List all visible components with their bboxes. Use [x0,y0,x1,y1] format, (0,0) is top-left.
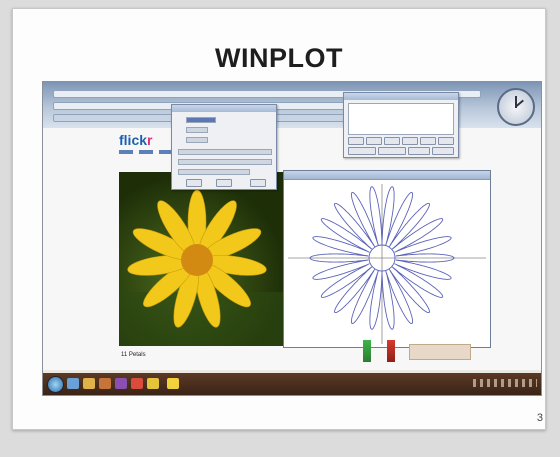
daisy-photo [119,172,283,346]
green-meter-icon [363,340,371,362]
equation-field-2[interactable] [186,127,208,133]
inventory-button-8[interactable] [378,147,406,155]
flickr-logo-part2: r [147,132,153,148]
system-tray[interactable] [473,379,537,387]
inventory-button-1[interactable] [348,137,364,145]
equation-field[interactable] [186,117,216,123]
inventory-button-6[interactable] [438,137,454,145]
inventory-button-3[interactable] [384,137,400,145]
option-fields[interactable] [178,169,250,175]
taskbar-app-icon[interactable] [67,378,79,389]
winplot-titlebar[interactable] [284,171,490,180]
taskbar [43,373,541,395]
inventory-button-10[interactable] [432,147,454,155]
inventory-list[interactable] [348,103,454,135]
embedded-screenshot: flickr 11 Petals [42,81,542,396]
flickr-logo: flickr [119,132,152,148]
polar-graph [288,184,486,344]
equation-field-3[interactable] [186,137,208,143]
taskbar-app-icon[interactable] [83,378,95,389]
daisy-center [181,244,213,276]
inventory-button-5[interactable] [420,137,436,145]
range-fields-2[interactable] [178,159,272,165]
cancel-button[interactable] [216,179,232,187]
slide-page-number: 3 [536,412,543,424]
winplot-graph-window[interactable] [283,170,491,348]
equation-dialog-titlebar[interactable] [172,105,276,112]
inventory-button-9[interactable] [408,147,430,155]
red-meter-icon [387,340,395,362]
ok-button[interactable] [186,179,202,187]
inventory-button-2[interactable] [366,137,382,145]
photo-caption: 11 Petals [121,352,146,358]
clock-gadget-icon [497,88,535,126]
slide-title: WINPLOT [215,43,343,73]
taskbar-app-icon[interactable] [147,378,159,389]
equation-dialog[interactable] [171,104,277,190]
range-fields[interactable] [178,149,272,155]
taskbar-app-icon[interactable] [99,378,111,389]
daisy-image [119,189,283,346]
taskbar-app-icon[interactable] [115,378,127,389]
taskbar-app-icon[interactable] [167,378,179,389]
taskbar-app-icon[interactable] [131,378,143,389]
inventory-dialog-titlebar[interactable] [344,93,458,100]
gadget-panel [409,344,471,360]
inventory-dialog[interactable] [343,92,459,158]
flickr-logo-part1: flick [119,132,148,148]
inventory-button-7[interactable] [348,147,376,155]
inventory-button-4[interactable] [402,137,418,145]
start-button-icon[interactable] [47,376,64,393]
browser-chrome [43,82,541,128]
help-button[interactable] [250,179,266,187]
